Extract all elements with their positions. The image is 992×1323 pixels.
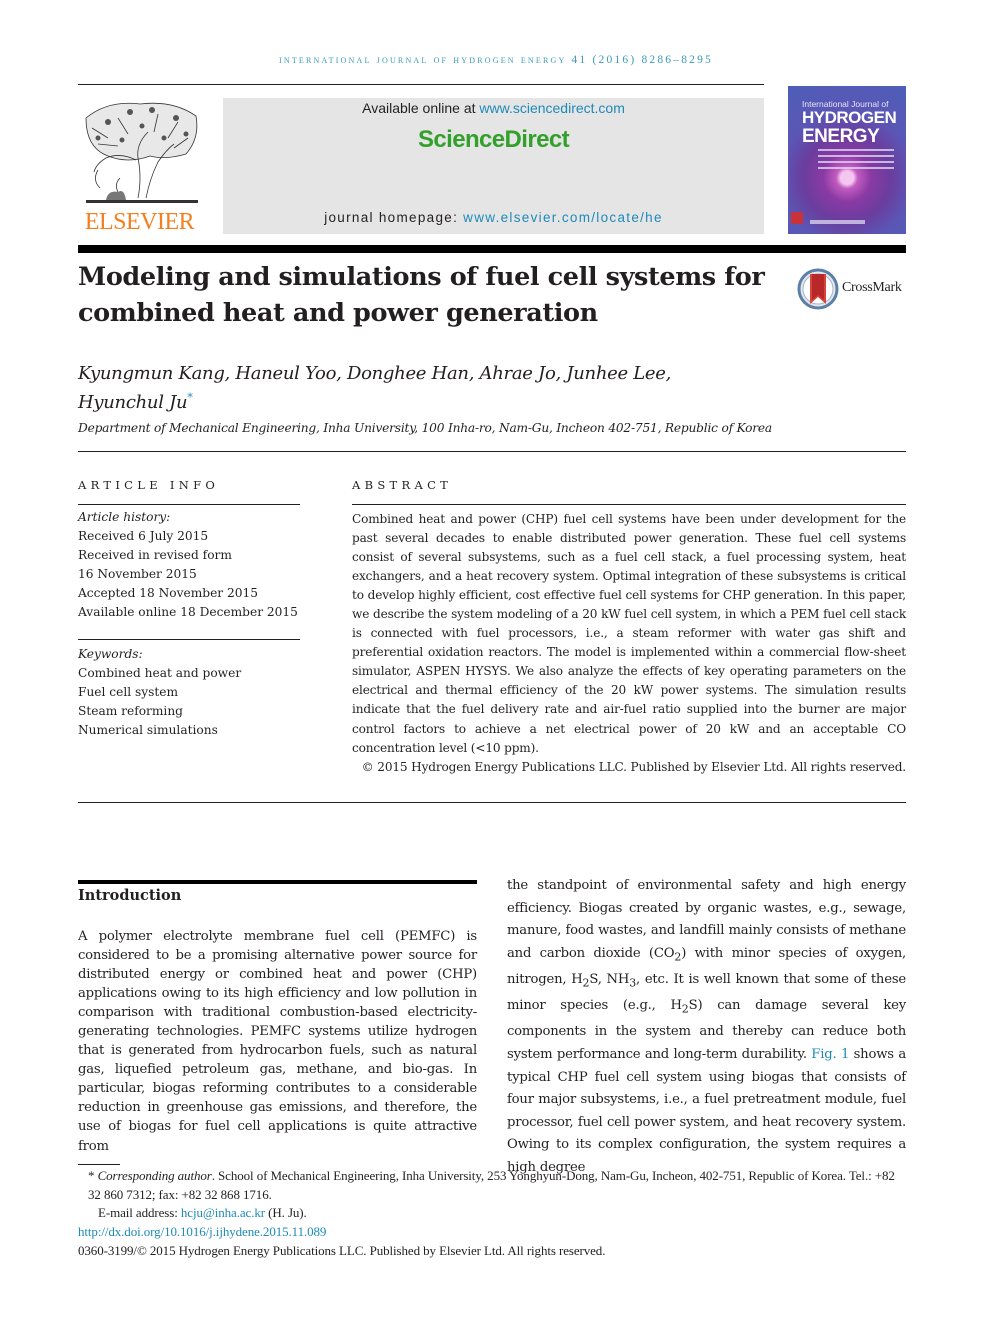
journal-cover-image[interactable]: International Journal of HYDROGEN ENERGY xyxy=(788,86,906,234)
keyword-item: Fuel cell system xyxy=(78,685,179,699)
cover-title-line2: ENERGY xyxy=(802,126,880,147)
history-item: Received 6 July 2015 xyxy=(78,529,209,543)
corresponding-author-note: * Corresponding author. School of Mechan… xyxy=(88,1168,895,1202)
author-list: Kyungmun Kang, Haneul Yoo, Donghee Han, … xyxy=(78,363,672,413)
keyword-item: Combined heat and power xyxy=(78,666,242,680)
history-item: 16 November 2015 xyxy=(78,567,197,581)
journal-homepage: journal homepage: www.elsevier.com/locat… xyxy=(324,210,663,225)
elsevier-logo[interactable]: ELSEVIER xyxy=(78,98,201,234)
cover-editors xyxy=(818,149,894,173)
elsevier-tree-icon xyxy=(85,102,198,203)
abstract-rule xyxy=(352,504,906,505)
running-head: International Journal of Hydrogen Energy… xyxy=(0,54,992,66)
article-title: Modeling and simulations of fuel cell sy… xyxy=(78,262,765,328)
figure-1-link[interactable]: Fig. 1 xyxy=(811,1047,849,1062)
journal-citation: International Journal of Hydrogen Energy… xyxy=(278,54,714,66)
email-note: E-mail address: hcju@inha.ac.kr (H. Ju). xyxy=(98,1205,307,1221)
title-rule xyxy=(78,245,906,253)
keywords-rule xyxy=(78,639,300,640)
crossmark-icon xyxy=(797,268,839,310)
email-link[interactable]: hcju@inha.ac.kr xyxy=(181,1205,265,1220)
article-info-heading: ARTICLE INFO xyxy=(78,478,220,492)
elsevier-wordmark: ELSEVIER xyxy=(84,209,195,235)
abstract-text: Combined heat and power (CHP) fuel cell … xyxy=(352,512,906,755)
cover-sciencedirect-mark xyxy=(810,220,865,224)
keyword-item: Steam reforming xyxy=(78,704,183,718)
abstract-end-rule xyxy=(78,802,906,803)
keywords: Keywords: Combined heat and power Fuel c… xyxy=(78,645,300,740)
abstract-heading: ABSTRACT xyxy=(352,478,453,492)
keyword-item: Numerical simulations xyxy=(78,723,218,737)
available-online: Available online at www.sciencedirect.co… xyxy=(362,100,625,116)
introduction-left-column: A polymer electrolyte membrane fuel cell… xyxy=(78,929,477,1154)
sciencedirect-banner: Available online at www.sciencedirect.co… xyxy=(223,98,764,234)
history-item: Available online 18 December 2015 xyxy=(78,605,298,619)
cover-publisher-icon xyxy=(791,212,803,224)
history-label: Article history: xyxy=(78,510,171,524)
corresponding-author-link[interactable]: * xyxy=(187,391,193,404)
issn-copyright: 0360-3199/© 2015 Hydrogen Energy Publica… xyxy=(78,1242,606,1258)
introduction-heading: Introduction xyxy=(78,887,182,904)
abstract-body: Combined heat and power (CHP) fuel cell … xyxy=(352,510,906,777)
introduction-rule xyxy=(78,880,477,884)
sciencedirect-link[interactable]: www.sciencedirect.com xyxy=(479,100,625,116)
article-info: Article history: Received 6 July 2015 Re… xyxy=(78,508,300,622)
crossmark-label: CrossMark xyxy=(842,280,902,295)
affiliation-rule xyxy=(78,451,906,452)
crossmark-button[interactable]: CrossMark xyxy=(797,268,907,310)
journal-homepage-link[interactable]: www.elsevier.com/locate/he xyxy=(463,210,663,225)
abstract-copyright: © 2015 Hydrogen Energy Publications LLC.… xyxy=(361,759,906,774)
doi-link[interactable]: http://dx.doi.org/10.1016/j.ijhydene.201… xyxy=(78,1224,326,1239)
affiliation: Department of Mechanical Engineering, In… xyxy=(78,421,772,435)
history-item: Accepted 18 November 2015 xyxy=(78,586,259,600)
footnotes: * Corresponding author. School of Mechan… xyxy=(78,1167,908,1261)
introduction-right-column: the standpoint of environmental safety a… xyxy=(507,878,907,1176)
cover-title-line1: HYDROGEN xyxy=(802,108,897,127)
sciencedirect-logo[interactable]: ScienceDirect xyxy=(223,126,764,154)
header-rule xyxy=(78,84,764,85)
article-info-rule xyxy=(78,504,300,505)
history-item: Received in revised form xyxy=(78,548,232,562)
keywords-label: Keywords: xyxy=(78,647,143,661)
footnote-rule xyxy=(78,1164,120,1165)
